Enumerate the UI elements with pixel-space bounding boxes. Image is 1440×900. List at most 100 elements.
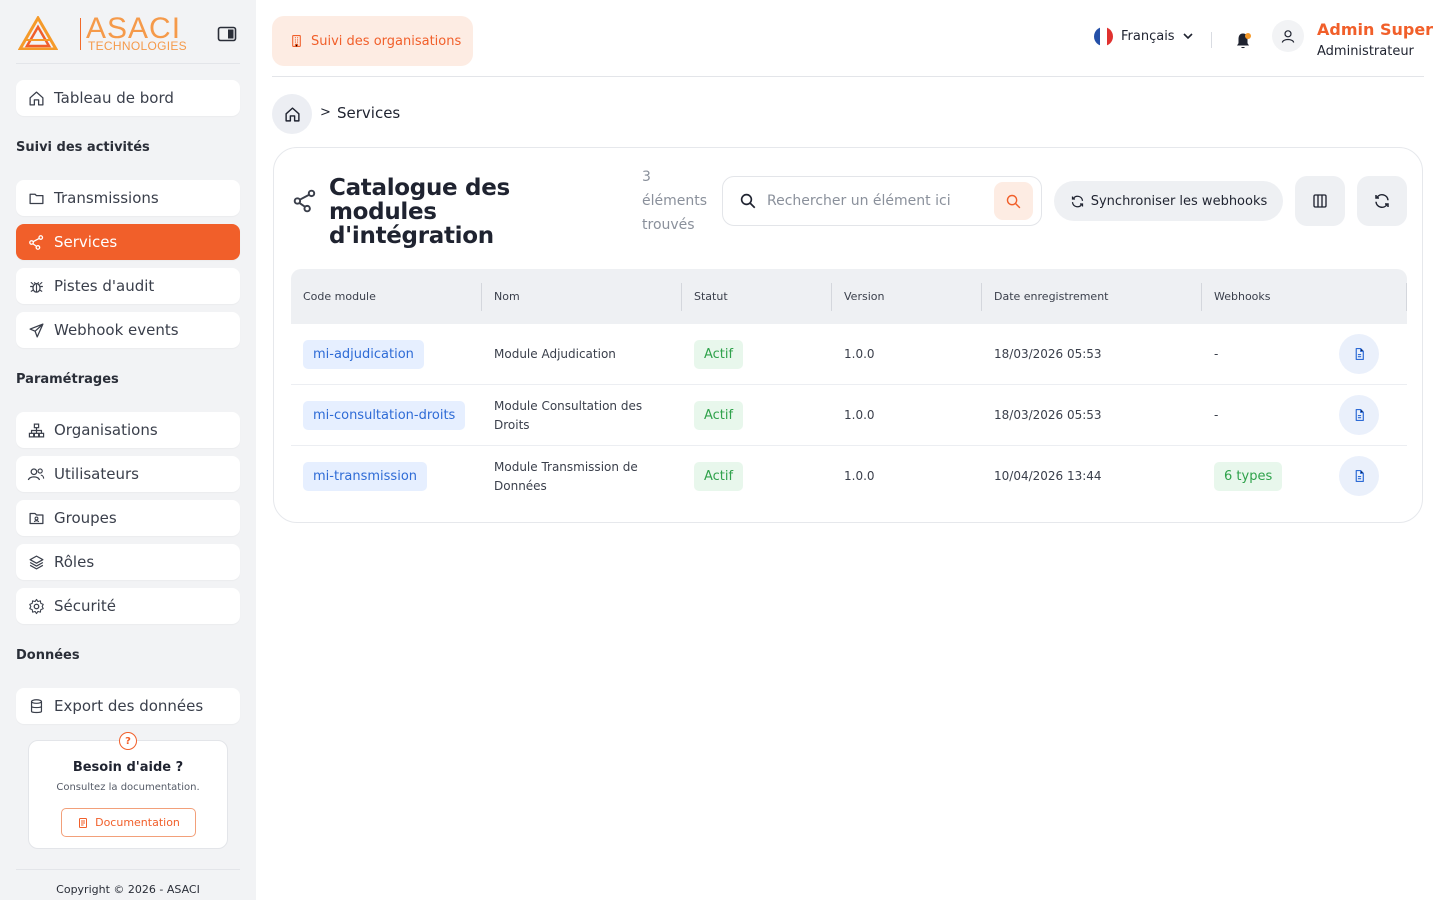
user-role: Administrateur bbox=[1317, 44, 1414, 59]
sidebar-item-export[interactable]: Export des données bbox=[16, 688, 240, 724]
version-cell: 1.0.0 bbox=[844, 408, 875, 422]
search-input[interactable] bbox=[767, 190, 987, 212]
copyright: Copyright © 2026 - ASACI bbox=[56, 883, 200, 896]
version-cell: 1.0.0 bbox=[844, 469, 875, 483]
search-button[interactable] bbox=[994, 182, 1033, 220]
bug-icon bbox=[27, 277, 45, 295]
document-icon bbox=[77, 817, 89, 829]
document-icon bbox=[1355, 408, 1364, 422]
columns-icon bbox=[1313, 194, 1327, 208]
module-code-badge[interactable]: mi-adjudication bbox=[303, 340, 424, 369]
webhooks-cell: 6 types bbox=[1214, 446, 1283, 507]
column-divider bbox=[1406, 283, 1407, 311]
language-selector[interactable]: Français bbox=[1094, 26, 1193, 46]
france-flag-icon bbox=[1094, 26, 1113, 46]
folder-user-icon bbox=[27, 509, 45, 527]
avatar[interactable] bbox=[1272, 20, 1304, 52]
breadcrumb-home-button[interactable] bbox=[272, 94, 312, 134]
asaci-logo-icon bbox=[18, 16, 58, 50]
view-document-button[interactable] bbox=[1339, 395, 1379, 435]
documentation-button[interactable]: Documentation bbox=[61, 808, 196, 837]
breadcrumb-current: Services bbox=[337, 104, 401, 122]
gear-icon bbox=[27, 597, 45, 615]
sidebar-footer-divider bbox=[16, 869, 240, 870]
sidebar-item-label: Export des données bbox=[54, 697, 204, 715]
send-icon bbox=[27, 321, 45, 339]
help-box: ? Besoin d'aide ? Consultez la documenta… bbox=[28, 732, 228, 849]
code-cell: mi-transmission bbox=[303, 446, 428, 507]
sidebar-item-roles[interactable]: Rôles bbox=[16, 544, 240, 580]
column-header-date[interactable]: Date enregistrement bbox=[982, 269, 1202, 324]
sidebar-item-label: Tableau de bord bbox=[54, 89, 174, 107]
name-cell: Module Adjudication bbox=[494, 324, 674, 385]
sidebar-item-label: Webhook events bbox=[54, 321, 179, 339]
view-document-button[interactable] bbox=[1339, 334, 1379, 374]
share-icon bbox=[293, 189, 316, 213]
sync-webhooks-button[interactable]: Synchroniser les webhooks bbox=[1054, 181, 1283, 221]
sidebar: ASACI TECHNOLOGIES Tableau de bord Suivi… bbox=[0, 0, 256, 900]
webhook-types-badge[interactable]: 6 types bbox=[1214, 462, 1283, 491]
sidebar-item-label: Pistes d'audit bbox=[54, 277, 155, 295]
logo-subtext: TECHNOLOGIES bbox=[88, 39, 187, 53]
sidebar-item-label: Rôles bbox=[54, 553, 95, 571]
code-cell: mi-adjudication bbox=[303, 324, 424, 385]
modules-catalog-card: Catalogue des modules d'intégration 3 él… bbox=[273, 147, 1423, 523]
topbar-divider bbox=[1211, 32, 1212, 48]
column-header-webhooks[interactable]: Webhooks bbox=[1202, 269, 1402, 324]
sidebar-item-services[interactable]: Services bbox=[16, 224, 240, 260]
sidebar-item-transmissions[interactable]: Transmissions bbox=[16, 180, 240, 216]
sync-icon bbox=[1070, 194, 1085, 209]
table-row: mi-consultation-droits Module Consultati… bbox=[291, 385, 1407, 446]
view-document-button[interactable] bbox=[1339, 456, 1379, 496]
status-cell: Actif bbox=[694, 385, 744, 446]
results-count-number: 3 bbox=[642, 169, 651, 185]
module-name-cont: Droits bbox=[494, 417, 530, 432]
sidebar-toggle-icon[interactable] bbox=[216, 24, 238, 44]
date-cell: 10/04/2026 13:44 bbox=[994, 469, 1102, 483]
org-tracking-button[interactable]: Suivi des organisations bbox=[272, 16, 473, 66]
share-icon bbox=[27, 233, 45, 251]
table-header: Code module Nom Statut Version Date enre… bbox=[291, 269, 1407, 324]
database-icon bbox=[27, 697, 45, 715]
results-count-text: trouvés bbox=[642, 217, 695, 233]
table-row: mi-adjudication Module Adjudication Acti… bbox=[291, 324, 1407, 385]
chevron-down-icon bbox=[1183, 32, 1193, 40]
sidebar-item-users[interactable]: Utilisateurs bbox=[16, 456, 240, 492]
sidebar-item-label: Transmissions bbox=[54, 189, 159, 207]
column-header-code[interactable]: Code module bbox=[291, 269, 481, 324]
column-header-name[interactable]: Nom bbox=[482, 269, 682, 324]
users-icon bbox=[27, 465, 45, 483]
sidebar-item-security[interactable]: Sécurité bbox=[16, 588, 240, 624]
breadcrumb-separator: > bbox=[320, 105, 331, 120]
layers-icon bbox=[27, 553, 45, 571]
sidebar-item-label: Sécurité bbox=[54, 597, 116, 615]
sidebar-item-audit[interactable]: Pistes d'audit bbox=[16, 268, 240, 304]
code-cell: mi-consultation-droits bbox=[303, 385, 466, 446]
column-header-status[interactable]: Statut bbox=[682, 269, 832, 324]
module-code-badge[interactable]: mi-transmission bbox=[303, 462, 428, 491]
document-icon bbox=[1355, 347, 1364, 361]
notification-dot bbox=[1245, 33, 1251, 39]
sidebar-item-groups[interactable]: Groupes bbox=[16, 500, 240, 536]
building-icon bbox=[290, 34, 303, 48]
home-icon bbox=[27, 89, 45, 107]
logo-separator bbox=[80, 18, 81, 50]
sidebar-item-webhook-events[interactable]: Webhook events bbox=[16, 312, 240, 348]
column-header-version[interactable]: Version bbox=[832, 269, 982, 324]
search-icon bbox=[1006, 194, 1021, 208]
sidebar-item-label: Utilisateurs bbox=[54, 465, 139, 483]
section-data: Données bbox=[16, 648, 80, 663]
section-settings: Paramétrages bbox=[16, 372, 119, 387]
sidebar-item-dashboard[interactable]: Tableau de bord bbox=[16, 80, 240, 116]
help-subtitle: Consultez la documentation. bbox=[56, 782, 200, 793]
refresh-button[interactable] bbox=[1357, 176, 1407, 226]
columns-button[interactable] bbox=[1295, 176, 1345, 226]
module-code-badge[interactable]: mi-consultation-droits bbox=[303, 401, 466, 430]
results-count: 3 éléments trouvés bbox=[642, 165, 722, 237]
folder-icon bbox=[27, 189, 45, 207]
user-name[interactable]: Admin Super bbox=[1317, 20, 1433, 39]
status-badge: Actif bbox=[694, 340, 744, 369]
sidebar-item-organisations[interactable]: Organisations bbox=[16, 412, 240, 448]
module-name: Module Consultation des bbox=[494, 398, 643, 413]
org-tracking-label: Suivi des organisations bbox=[311, 33, 462, 49]
